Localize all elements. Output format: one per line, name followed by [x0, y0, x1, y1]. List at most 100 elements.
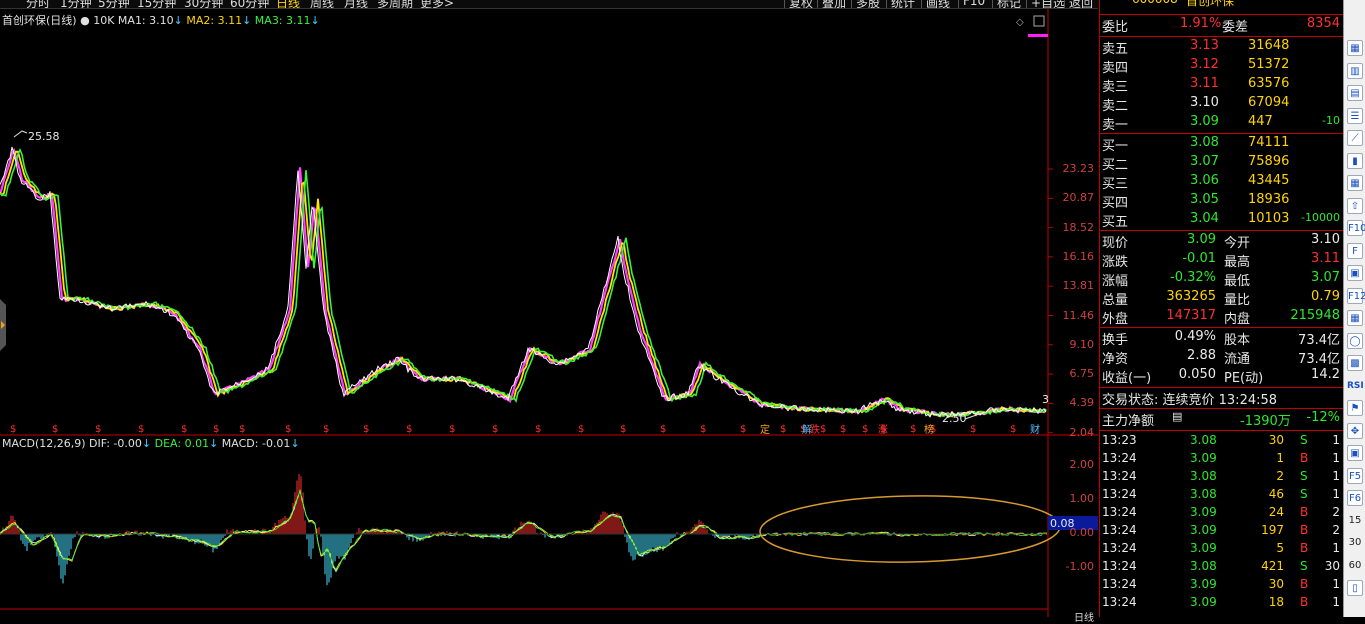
flag-icon[interactable]: ⚑	[1347, 400, 1363, 416]
bid-row[interactable]: 买五 3.04 10103 -10000	[1102, 211, 1340, 230]
period-60-button[interactable]: 60	[1347, 558, 1363, 574]
dividend-marker-icon[interactable]: $	[578, 424, 584, 435]
ask-row[interactable]: 卖四 3.12 51372	[1102, 57, 1340, 76]
annotation-ellipse[interactable]	[759, 493, 1061, 564]
tick-price: 3.09	[1190, 451, 1217, 465]
tab-more[interactable]: 更多>	[420, 0, 454, 8]
settings-dot-icon[interactable]: ●	[80, 14, 90, 27]
table-icon[interactable]: ▦	[1347, 175, 1363, 191]
trend-icon[interactable]: ⟋	[1347, 130, 1363, 146]
tick-row: 13:24 3.08 421 S 30	[1102, 559, 1340, 577]
dividend-marker-icon[interactable]: $	[138, 424, 144, 435]
dividend-marker-icon[interactable]: $	[740, 424, 746, 435]
dividend-marker-icon[interactable]: $	[323, 424, 329, 435]
tab-intraday[interactable]: 分时	[26, 0, 50, 8]
dividend-marker-icon[interactable]: $	[181, 424, 187, 435]
bid-row[interactable]: 买三 3.06 43445	[1102, 173, 1340, 192]
tab-15min[interactable]: 15分钟	[137, 0, 176, 8]
dividend-marker-icon[interactable]: $	[95, 424, 101, 435]
tab-multi-period[interactable]: 多周期	[377, 0, 413, 8]
dividend-marker-icon[interactable]: $	[449, 424, 455, 435]
candle-icon[interactable]: ▮	[1347, 152, 1363, 169]
tab-weekly[interactable]: 周线	[310, 0, 334, 8]
rsi-icon[interactable]: RSI	[1347, 378, 1364, 394]
dif-legend: DIF: -0.00	[89, 437, 142, 450]
dividend-marker-icon[interactable]: $	[10, 424, 16, 435]
diamond-icon[interactable]: ◇	[1016, 17, 1024, 28]
dividend-marker-icon[interactable]: $	[239, 424, 245, 435]
draw-button[interactable]: 画线	[921, 0, 950, 8]
price-tick-label: 6.75	[1069, 367, 1095, 381]
tab-monthly[interactable]: 月线	[344, 0, 368, 8]
quote-value-1: 3.09	[1187, 232, 1216, 247]
dividend-marker-icon[interactable]: $	[285, 424, 291, 435]
tab-daily[interactable]: 日线	[276, 0, 300, 8]
mark-button[interactable]: 标记	[992, 0, 1021, 8]
f10-icon[interactable]: F10	[1347, 220, 1365, 236]
up-icon[interactable]: ⇧	[1347, 197, 1363, 214]
dividend-marker-icon[interactable]: $	[862, 424, 868, 435]
tick-time: 13:24	[1102, 577, 1137, 591]
fit-icon[interactable]: ▯	[1347, 580, 1363, 596]
circle-icon[interactable]: ◯	[1347, 332, 1363, 349]
quote-value-1: 147317	[1166, 308, 1216, 323]
fund-value-2: 73.4亿	[1298, 333, 1340, 348]
dividend-marker-icon[interactable]: $	[492, 424, 498, 435]
menu-icon[interactable]: ▤	[1172, 410, 1182, 423]
bid-row[interactable]: 买一 3.08 74111	[1102, 135, 1340, 154]
bid-row[interactable]: 买四 3.05 18936	[1102, 192, 1340, 211]
dividend-marker-icon[interactable]: $	[406, 424, 412, 435]
tab-30min[interactable]: 30分钟	[184, 0, 223, 8]
f9-icon[interactable]: F12	[1347, 287, 1365, 304]
dividend-marker-icon[interactable]: $	[910, 424, 916, 435]
event-marker[interactable]: 定	[760, 423, 770, 436]
dividend-marker-icon[interactable]: $	[52, 424, 58, 435]
window-icon[interactable]	[1033, 15, 1045, 27]
event-marker[interactable]: 跌	[810, 423, 820, 436]
f10-button[interactable]: F10	[958, 0, 985, 8]
f5-icon[interactable]: F5	[1347, 467, 1363, 484]
dividend-marker-icon[interactable]: $	[620, 424, 626, 435]
fund-icon[interactable]: F	[1347, 242, 1363, 259]
dividend-marker-icon[interactable]: $	[660, 424, 666, 435]
doc-icon[interactable]: ▣	[1347, 265, 1363, 281]
event-marker[interactable]: 涨	[878, 424, 888, 436]
ma1-legend: MA1: 3.10	[117, 14, 174, 27]
dividend-marker-icon[interactable]: $	[970, 424, 976, 435]
bar-icon[interactable]: ▤	[1347, 85, 1363, 101]
f6-icon[interactable]: F6	[1347, 490, 1363, 506]
macd-name[interactable]: MACD(12,26,9)	[2, 437, 86, 450]
move-icon[interactable]: ✥	[1347, 422, 1363, 439]
ask-row[interactable]: 卖二 3.10 67094	[1102, 95, 1340, 114]
dividend-marker-icon[interactable]: $	[700, 424, 706, 435]
grid-icon[interactable]: ▦	[1347, 310, 1363, 326]
stats-button[interactable]: 统计	[886, 0, 915, 8]
dividend-marker-icon[interactable]: $	[213, 424, 219, 435]
event-marker[interactable]: 财	[1030, 423, 1040, 436]
pattern-icon[interactable]: ▩	[1347, 355, 1363, 371]
ask-row[interactable]: 卖三 3.11 63576	[1102, 76, 1340, 95]
tab-60min[interactable]: 60分钟	[230, 0, 269, 8]
event-marker[interactable]: 榜	[924, 423, 934, 436]
period-15-button[interactable]: 15	[1347, 513, 1363, 529]
period-30-button[interactable]: 30	[1347, 535, 1363, 551]
kline-chart[interactable]: $ $ $ $ $ $ $ $ $ $ $ $ $ $ $ $ $ $ $ $ $ $ $ $ $ $ $ $ $定 解跌涨榜财 25.5…	[0, 9, 1098, 617]
tab-1min[interactable]: 1分钟	[60, 0, 92, 8]
ask-row[interactable]: 卖五 3.13 31648	[1102, 38, 1340, 57]
dividend-marker-icon[interactable]: $	[363, 424, 369, 435]
dividend-marker-icon[interactable]: $	[820, 424, 826, 435]
tab-5min[interactable]: 5分钟	[98, 0, 130, 8]
bid-row[interactable]: 买二 3.07 75896	[1102, 154, 1340, 173]
multi-stock-button[interactable]: 多股	[851, 0, 880, 8]
ask-row[interactable]: 卖一 3.09 447 -10	[1102, 114, 1340, 133]
list-icon[interactable]: ☰	[1347, 107, 1363, 124]
kline-icon[interactable]: ▥	[1347, 62, 1363, 79]
dividend-marker-icon[interactable]: $	[840, 424, 846, 435]
cube-icon[interactable]: ▣	[1347, 445, 1363, 461]
dividend-marker-icon[interactable]: $	[535, 424, 541, 435]
adjust-button[interactable]: 复权	[784, 0, 813, 8]
dividend-marker-icon[interactable]: $	[1010, 424, 1016, 435]
dividend-marker-icon[interactable]: $	[780, 424, 786, 435]
chart-icon[interactable]: ▦	[1347, 40, 1363, 56]
overlay-button[interactable]: 叠加	[817, 0, 846, 8]
